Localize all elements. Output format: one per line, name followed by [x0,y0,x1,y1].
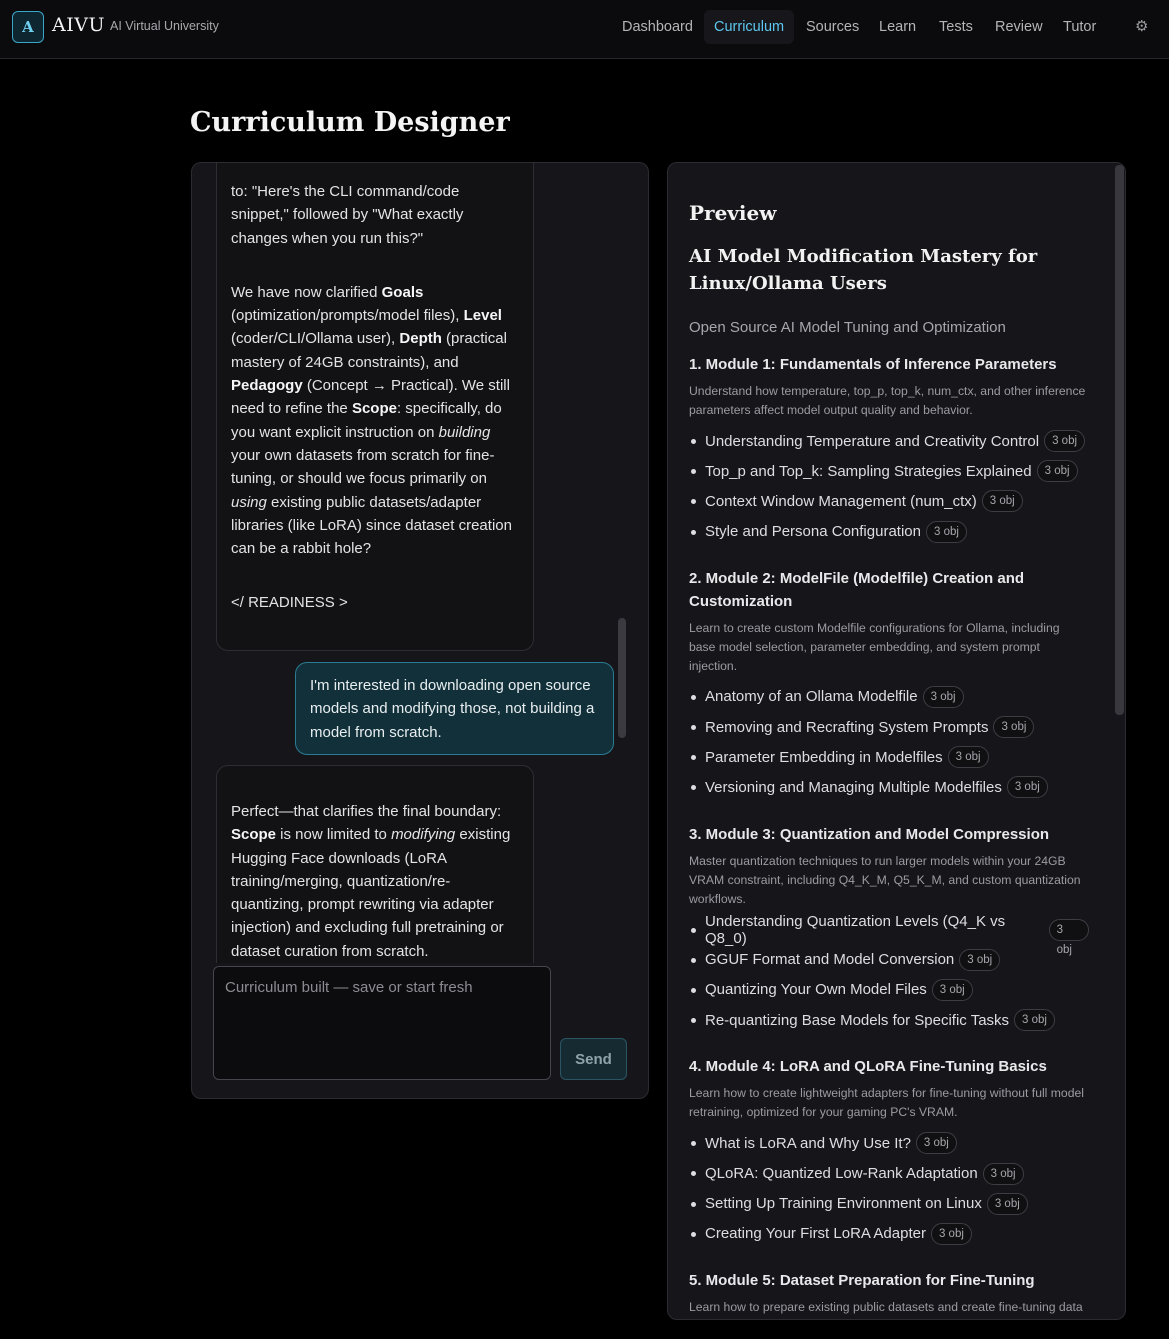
readiness-tag: </ READINESS > [231,594,348,612]
lesson-item[interactable]: Style and Persona Configuration 3 obj [689,517,1089,547]
preview-panel[interactable]: Preview AI Model Modification Mastery fo… [667,162,1126,1320]
lesson-item[interactable]: GGUF Format and Model Conversion 3 obj [689,945,1089,975]
nav-tests[interactable]: Tests [929,10,983,44]
message-paragraph-rich: We have now clarified Goals (optimizatio… [231,283,512,558]
module-description: Learn to create custom Modelfile configu… [689,620,1060,673]
lesson-title: QLoRA: Quantized Low-Rank Adaptation [705,1165,978,1183]
objective-count-badge: 3 obj [947,746,989,769]
assistant-message: Perfect—that clarifies the final boundar… [216,765,534,963]
lesson-item[interactable]: QLoRA: Quantized Low-Rank Adaptation 3 ob… [689,1158,1089,1188]
lesson-item[interactable]: Parameter Embedding in Modelfiles 3 obj [689,742,1089,772]
lesson-item[interactable]: Top_p and Top_k: Sampling Strategies Exp… [689,456,1089,486]
module-title[interactable]: 2. Module 2: ModelFile (Modelfile) Creat… [689,567,1089,613]
lesson-item[interactable]: Creating Your First LoRA Adapter 3 obj [689,1219,1089,1249]
nav-sources[interactable]: Sources [796,10,869,44]
lesson-title: Context Window Management (num_ctx) [705,492,977,510]
lesson-item[interactable]: What is LoRA and Why Use It? 3 obj [689,1128,1089,1158]
objective-count-badge: 3 obj [1044,430,1086,453]
objective-count-badge: 3 obj [925,520,967,543]
module-description: Master quantization techniques to run la… [689,853,1081,906]
chat-message-list[interactable]: to: "Here's the CLI command/code snippet… [192,163,648,963]
module-section: 4. Module 4: LoRA and QLoRA Fine-Tuning … [689,1055,1089,1249]
lesson-item[interactable]: Understanding Temperature and Creativity… [689,426,1089,456]
app-subtitle: AI Virtual University [110,19,219,33]
message-paragraph: to: "Here's the CLI command/code snippet… [231,183,464,247]
module-title[interactable]: 5. Module 5: Dataset Preparation for Fin… [689,1269,1089,1292]
lesson-title: What is LoRA and Why Use It? [705,1134,911,1152]
lesson-title: Top_p and Top_k: Sampling Strategies Exp… [705,462,1032,480]
nav-dashboard[interactable]: Dashboard [612,10,703,44]
top-navigation-bar: A AIVU AI Virtual University Dashboard C… [0,0,1169,59]
lesson-list: Understanding Temperature and Creativity… [689,426,1089,547]
lesson-item[interactable]: Versioning and Managing Multiple Modelfi… [689,772,1089,802]
lesson-title: Removing and Recrafting System Prompts [705,718,989,736]
module-section: 2. Module 2: ModelFile (Modelfile) Creat… [689,567,1089,803]
module-section: 1. Module 1: Fundamentals of Inference P… [689,353,1089,547]
lesson-item[interactable]: Removing and Recrafting System Prompts 3 … [689,712,1089,742]
lesson-list: Understanding Quantization Levels (Q4_K … [689,912,1089,1036]
lesson-title: Understanding Temperature and Creativity… [705,432,1040,450]
module-description: Learn how to prepare existing public dat… [689,1300,1083,1314]
objective-count-badge: 3 obj [982,1162,1024,1185]
lesson-title: Style and Persona Configuration [705,523,921,541]
preview-heading: Preview [689,201,777,225]
lesson-title: Setting Up Training Environment on Linux [705,1195,982,1213]
module-title[interactable]: 1. Module 1: Fundamentals of Inference P… [689,353,1089,376]
app-name[interactable]: AIVU [52,14,105,36]
page-title: Curriculum Designer [190,107,510,138]
module-section: 5. Module 5: Dataset Preparation for Fin… [689,1269,1089,1319]
lesson-list: What is LoRA and Why Use It? 3 obj QLoRA: … [689,1128,1089,1249]
nav-learn[interactable]: Learn [869,10,926,44]
lesson-item[interactable]: Quantizing Your Own Model Files 3 obj [689,975,1089,1005]
module-description: Understand how temperature, top_p, top_k… [689,384,1086,417]
user-message: I'm interested in downloading open sourc… [295,662,614,755]
objective-count-badge: 3 obj [986,1192,1028,1215]
app-logo[interactable]: A [12,11,44,43]
objective-count-badge: 3 obj [1036,460,1078,483]
objective-count-badge: 3 obj [993,716,1035,739]
lesson-item[interactable]: Re-quantizing Base Models for Specific T… [689,1005,1089,1035]
lesson-title: Understanding Quantization Levels (Q4_K … [705,912,1006,947]
chat-panel: to: "Here's the CLI command/code snippet… [191,162,649,1099]
objective-count-badge: 3 obj [981,490,1023,513]
lesson-title: Quantizing Your Own Model Files [705,981,927,999]
course-subtitle: Open Source AI Model Tuning and Optimiza… [689,319,1006,336]
chat-input[interactable] [213,966,551,1080]
lesson-list: Anatomy of an Ollama Modelfile 3 obj Remov… [689,682,1089,803]
module-section: 3. Module 3: Quantization and Model Comp… [689,823,1089,1036]
nav-review[interactable]: Review [985,10,1053,44]
module-list: 1. Module 1: Fundamentals of Inference P… [689,353,1089,1319]
assistant-message: to: "Here's the CLI command/code snippet… [216,163,534,651]
objective-count-badge: 3 obj [930,1222,972,1245]
nav-curriculum[interactable]: Curriculum [704,10,795,44]
course-title: AI Model Modification Mastery for Linux/… [689,246,1038,294]
gear-icon[interactable]: ⚙ [1135,17,1148,35]
lesson-title: Re-quantizing Base Models for Specific T… [705,1011,1010,1029]
lesson-item[interactable]: Context Window Management (num_ctx) 3 obj [689,486,1089,516]
module-title[interactable]: 4. Module 4: LoRA and QLoRA Fine-Tuning … [689,1055,1089,1078]
objective-count-badge: 3 obj [915,1132,957,1155]
objective-count-badge: 3 obj [922,685,964,708]
lesson-title: Anatomy of an Ollama Modelfile [705,688,918,706]
nav-tutor[interactable]: Tutor [1053,10,1106,44]
objective-count-badge: 3 obj [1006,776,1048,799]
objective-count-badge: 3 obj [959,948,1001,971]
lesson-title: Versioning and Managing Multiple Modelfi… [705,778,1002,796]
message-paragraph-rich: Perfect—that clarifies the final boundar… [231,803,511,960]
objective-count-badge: 3 obj [1014,1009,1055,1032]
lesson-item[interactable]: Understanding Quantization Levels (Q4_K … [689,912,1089,956]
send-button[interactable]: Send [560,1038,627,1080]
objective-count-badge: 3 obj [931,978,973,1001]
lesson-item[interactable]: Setting Up Training Environment on Linux… [689,1189,1089,1219]
chat-scrollbar[interactable] [618,618,626,738]
module-description: Learn how to create lightweight adapters… [689,1086,1084,1120]
module-title[interactable]: 3. Module 3: Quantization and Model Comp… [689,823,1089,846]
preview-content: Preview AI Model Modification Mastery fo… [689,163,1089,1319]
lesson-title: GGUF Format and Model Conversion [705,951,955,969]
lesson-title: Parameter Embedding in Modelfiles [705,748,943,766]
preview-scrollbar[interactable] [1115,165,1124,715]
lesson-item[interactable]: Anatomy of an Ollama Modelfile 3 obj [689,682,1089,712]
lesson-title: Creating Your First LoRA Adapter [705,1225,926,1243]
objective-count-badge: 3 obj [1048,918,1089,956]
